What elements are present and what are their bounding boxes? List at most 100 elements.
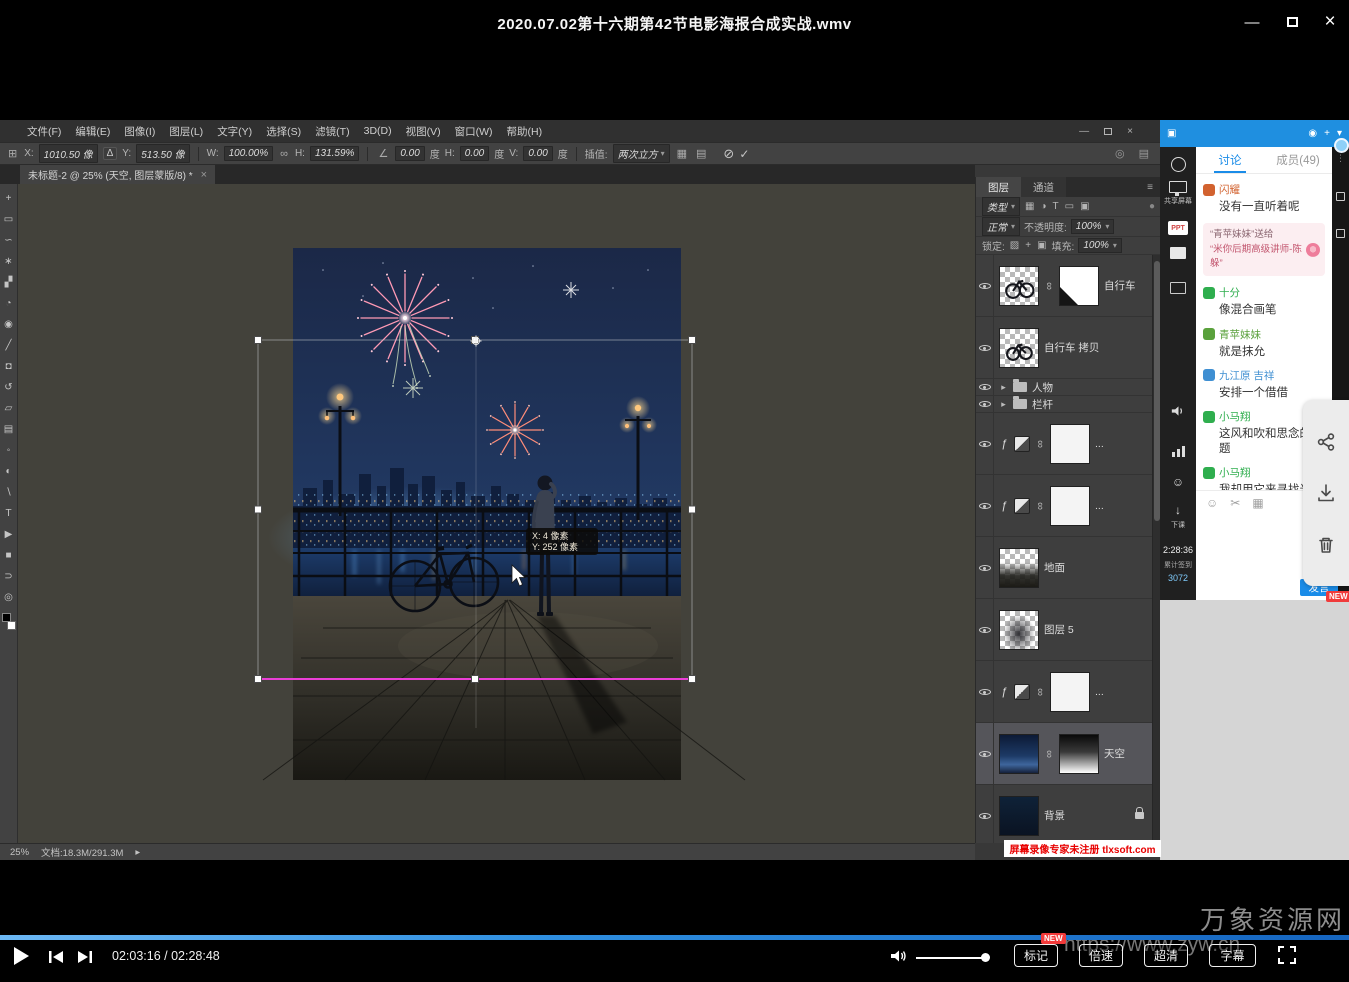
menu-window[interactable]: 窗口(W) bbox=[448, 124, 500, 139]
warp-mode-icon[interactable]: ▦ bbox=[675, 147, 689, 160]
close-button[interactable]: × bbox=[1319, 12, 1341, 32]
hskew-field[interactable]: 0.00 bbox=[460, 146, 489, 161]
magic-wand-tool[interactable]: ∗ bbox=[0, 251, 17, 272]
share-icon[interactable] bbox=[1316, 432, 1336, 452]
layer-row[interactable]: 自行车 拷贝 bbox=[976, 317, 1152, 379]
visibility-toggle[interactable] bbox=[976, 599, 994, 660]
vskew-field[interactable]: 0.00 bbox=[523, 146, 552, 161]
panel-menu-icon[interactable]: ≡ bbox=[1139, 177, 1161, 197]
speed-button[interactable]: 倍速 bbox=[1079, 944, 1123, 967]
fill-select[interactable]: 100%▾ bbox=[1078, 238, 1122, 253]
layer-thumbnail[interactable] bbox=[999, 610, 1039, 650]
tab-members[interactable]: 成员(49) bbox=[1264, 147, 1332, 173]
emoji-icon[interactable]: ☺ bbox=[1160, 475, 1196, 489]
blur-tool[interactable]: ◦ bbox=[0, 440, 17, 461]
hand-tool[interactable]: ⊃ bbox=[0, 566, 17, 587]
shape-tool[interactable]: ■ bbox=[0, 545, 17, 566]
lasso-tool[interactable]: ∽ bbox=[0, 230, 17, 251]
layer-thumbnail[interactable] bbox=[999, 796, 1039, 836]
share-screen-button[interactable]: 共享屏幕 bbox=[1160, 181, 1196, 206]
switch-mode-icon[interactable]: ▤ bbox=[694, 147, 708, 160]
ps-minimize-icon[interactable]: — bbox=[1079, 126, 1089, 137]
stats-icon[interactable] bbox=[1160, 445, 1196, 457]
visibility-toggle[interactable] bbox=[976, 317, 994, 378]
menu-view[interactable]: 视图(V) bbox=[399, 124, 448, 139]
visibility-toggle[interactable] bbox=[976, 379, 994, 395]
adjustment-layer-row[interactable]: ƒ ∞ ... bbox=[976, 661, 1152, 723]
zoom-tool[interactable]: ◎ bbox=[0, 587, 17, 608]
clone-stamp-tool[interactable]: ◘ bbox=[0, 356, 17, 377]
group-name[interactable]: 栏杆 bbox=[1032, 397, 1053, 412]
layer-row[interactable]: 图层 5 bbox=[976, 599, 1152, 661]
layer-row[interactable]: 地面 bbox=[976, 537, 1152, 599]
lock-all-icon[interactable]: ▣ bbox=[1036, 240, 1047, 251]
mask-thumbnail[interactable] bbox=[1059, 266, 1099, 306]
document-tab[interactable]: 未标题-2 @ 25% (天空, 图层蒙版/8) * × bbox=[20, 165, 215, 184]
layer-row-selected[interactable]: ∞ 天空 bbox=[976, 723, 1152, 785]
next-button[interactable] bbox=[77, 950, 93, 969]
group-row[interactable]: ▸ 人物 bbox=[976, 379, 1152, 396]
foreground-color[interactable] bbox=[2, 613, 11, 622]
layer-name[interactable]: ... bbox=[1095, 438, 1104, 450]
visibility-toggle[interactable] bbox=[976, 413, 994, 474]
visibility-toggle[interactable] bbox=[976, 255, 994, 316]
w-field[interactable]: 100.00% bbox=[224, 146, 273, 161]
quality-button[interactable]: 超清 bbox=[1144, 944, 1188, 967]
menu-select[interactable]: 选择(S) bbox=[259, 124, 308, 139]
gradient-tool[interactable]: ▤ bbox=[0, 419, 17, 440]
interpolation-select[interactable]: 两次立方▾ bbox=[613, 144, 670, 163]
volume-icon[interactable] bbox=[890, 949, 908, 968]
x-field[interactable]: 1010.50 像 bbox=[39, 144, 98, 163]
adjustment-layer-row[interactable]: ƒ ∞ ... bbox=[976, 475, 1152, 537]
filter-kind-select[interactable]: 类型▾ bbox=[982, 197, 1020, 216]
dodge-tool[interactable]: ◐ bbox=[0, 461, 17, 482]
rail-icon[interactable] bbox=[1336, 229, 1345, 238]
filter-adjustment-icon[interactable]: ◑ bbox=[1039, 201, 1047, 212]
visibility-toggle[interactable] bbox=[976, 537, 994, 598]
healing-brush-tool[interactable]: ◉ bbox=[0, 314, 17, 335]
visibility-toggle[interactable] bbox=[976, 723, 994, 784]
mask-thumbnail[interactable] bbox=[1059, 734, 1099, 774]
layer-name[interactable]: 图层 5 bbox=[1044, 622, 1074, 637]
minimize-button[interactable]: — bbox=[1241, 12, 1263, 32]
adjustment-layer-row[interactable]: ƒ ∞ ... bbox=[976, 413, 1152, 475]
play-button[interactable] bbox=[14, 947, 29, 965]
menu-3d[interactable]: 3D(D) bbox=[357, 125, 399, 137]
visibility-toggle[interactable] bbox=[976, 785, 994, 843]
layer-name[interactable]: ... bbox=[1095, 500, 1104, 512]
volume-knob[interactable] bbox=[981, 953, 990, 962]
tab-discussion[interactable]: 讨论 bbox=[1196, 147, 1264, 173]
filter-toggle-icon[interactable]: ● bbox=[1149, 201, 1155, 212]
layer-name[interactable]: 自行车 bbox=[1104, 278, 1136, 293]
relative-position-toggle[interactable]: Δ bbox=[103, 147, 118, 160]
layer-thumbnail[interactable] bbox=[999, 734, 1039, 774]
eraser-tool[interactable]: ▱ bbox=[0, 398, 17, 419]
h-field[interactable]: 131.59% bbox=[310, 146, 359, 161]
layer-row[interactable]: 背景 bbox=[976, 785, 1152, 843]
history-brush-tool[interactable]: ↺ bbox=[0, 377, 17, 398]
menu-edit[interactable]: 编辑(E) bbox=[68, 124, 117, 139]
mask-thumbnail[interactable] bbox=[1050, 486, 1090, 526]
menu-filter[interactable]: 滤镜(T) bbox=[308, 124, 356, 139]
speaker-icon[interactable] bbox=[1160, 405, 1196, 417]
pen-tool[interactable]: ∖ bbox=[0, 482, 17, 503]
opacity-select[interactable]: 100%▾ bbox=[1071, 219, 1115, 234]
layer-name[interactable]: 自行车 拷贝 bbox=[1044, 340, 1099, 355]
add-icon[interactable]: + bbox=[1324, 128, 1330, 139]
move-tool[interactable]: + bbox=[0, 188, 17, 209]
menu-image[interactable]: 图像(I) bbox=[117, 124, 162, 139]
mask-thumbnail[interactable] bbox=[1050, 424, 1090, 464]
download-icon[interactable] bbox=[1316, 483, 1336, 503]
screen-icon[interactable]: ▣ bbox=[1167, 128, 1176, 139]
filter-shape-icon[interactable]: ▭ bbox=[1064, 201, 1075, 212]
class-end-button[interactable]: ↓下课 bbox=[1160, 503, 1196, 530]
layer-thumbnail[interactable] bbox=[999, 328, 1039, 368]
menu-layer[interactable]: 图层(L) bbox=[162, 124, 210, 139]
path-select-tool[interactable]: ▶ bbox=[0, 524, 17, 545]
visibility-toggle[interactable] bbox=[976, 661, 994, 722]
filter-pixel-icon[interactable]: ▦ bbox=[1024, 201, 1035, 212]
document-canvas[interactable]: X: 4 像素 Y: 252 像素 bbox=[18, 184, 975, 843]
cancel-transform-button[interactable]: ⊘ bbox=[723, 146, 734, 162]
visibility-toggle[interactable] bbox=[976, 396, 994, 412]
menu-type[interactable]: 文字(Y) bbox=[210, 124, 259, 139]
